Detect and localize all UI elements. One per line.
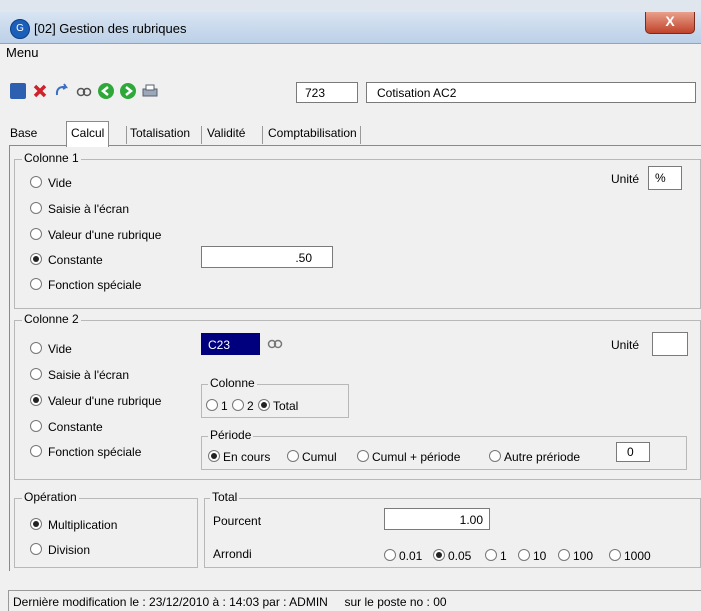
radio-icon (30, 176, 42, 188)
colonne1-unite-label: Unité (611, 172, 640, 186)
colonne-option-total[interactable]: Total (258, 399, 298, 413)
radio-selected-icon (30, 253, 42, 265)
pourcent-label: Pourcent (213, 514, 262, 528)
radio-selected-icon (208, 450, 220, 462)
window-title: [02] Gestion des rubriques (34, 21, 187, 36)
arrondi-option-10[interactable]: 10 (518, 549, 546, 563)
constante-input[interactable]: .50 (201, 246, 333, 268)
radio-icon (30, 228, 42, 240)
menu-bar: Menu (0, 44, 701, 61)
menu-item-menu[interactable]: Menu (6, 45, 39, 60)
operation-option-multiplication[interactable]: Multiplication (30, 518, 117, 532)
colonne1-option-valeur[interactable]: Valeur d'une rubrique (30, 228, 161, 242)
colonne2-option-vide[interactable]: Vide (30, 342, 72, 356)
colonne2-option-valeur[interactable]: Valeur d'une rubrique (30, 394, 161, 408)
radio-icon (287, 450, 299, 462)
refresh-icon[interactable] (54, 83, 70, 99)
tab-comptabilisation[interactable]: Comptabilisation (262, 126, 361, 144)
radio-icon (30, 420, 42, 432)
periode-option-cumul-periode[interactable]: Cumul + période (357, 450, 460, 464)
arrondi-option-1[interactable]: 1 (485, 549, 507, 563)
save-icon[interactable] (10, 83, 26, 99)
radio-icon (609, 549, 621, 561)
arrondi-option-1000[interactable]: 1000 (609, 549, 651, 563)
radio-selected-icon (30, 518, 42, 530)
periode-option-autre[interactable]: Autre prériode (489, 450, 580, 464)
periode-subgroup-legend: Période (208, 428, 254, 442)
radio-icon (206, 399, 218, 411)
colonne1-option-constante[interactable]: Constante (30, 253, 103, 267)
close-button[interactable]: X (645, 12, 695, 34)
colonne2-unite-input[interactable] (652, 332, 688, 356)
delete-icon[interactable] (32, 83, 48, 99)
arrondi-option-100[interactable]: 100 (558, 549, 593, 563)
radio-icon (489, 450, 501, 462)
colonne-subgroup-legend: Colonne (208, 376, 257, 390)
rubrique-code-field[interactable]: 723 (296, 82, 358, 103)
autre-periode-input[interactable]: 0 (616, 442, 650, 462)
colonne2-option-saisie[interactable]: Saisie à l'écran (30, 368, 129, 382)
back-icon[interactable] (98, 83, 114, 99)
colonne1-unite-input[interactable]: % (648, 166, 682, 190)
radio-icon (485, 549, 497, 561)
colonne2-unite-label: Unité (611, 338, 640, 352)
radio-icon (30, 278, 42, 290)
arrondi-label: Arrondi (213, 547, 252, 561)
operation-option-division[interactable]: Division (30, 543, 90, 557)
colonne-option-2[interactable]: 2 (232, 399, 254, 413)
radio-icon (30, 342, 42, 354)
tab-calcul[interactable]: Calcul (66, 121, 110, 147)
print-icon[interactable] (142, 83, 158, 99)
periode-option-en-cours[interactable]: En cours (208, 450, 270, 464)
view-icon[interactable] (266, 337, 284, 351)
operation-group (14, 498, 198, 568)
periode-option-cumul[interactable]: Cumul (287, 450, 337, 464)
colonne2-option-constante[interactable]: Constante (30, 420, 103, 434)
operation-legend: Opération (22, 490, 79, 504)
app-icon: G (10, 19, 30, 39)
tab-base[interactable]: Base (10, 126, 37, 144)
radio-icon (518, 549, 530, 561)
pourcent-input[interactable]: 1.00 (384, 508, 490, 530)
colonne1-option-saisie[interactable]: Saisie à l'écran (30, 202, 129, 216)
view-icon[interactable] (76, 83, 92, 99)
radio-icon (30, 368, 42, 380)
status-bar: Dernière modification le : 23/12/2010 à … (8, 590, 701, 611)
radio-selected-icon (433, 549, 445, 561)
colonne-option-1[interactable]: 1 (206, 399, 228, 413)
arrondi-option-0-05[interactable]: 0.05 (433, 549, 471, 563)
radio-icon (232, 399, 244, 411)
radio-selected-icon (258, 399, 270, 411)
forward-icon[interactable] (120, 83, 136, 99)
radio-icon (30, 445, 42, 457)
total-legend: Total (210, 490, 240, 504)
tab-validite[interactable]: Validité (201, 126, 245, 144)
colonne2-legend: Colonne 2 (22, 312, 81, 326)
radio-icon (30, 543, 42, 555)
rubrique-input[interactable]: C23 (201, 333, 260, 355)
arrondi-option-0-01[interactable]: 0.01 (384, 549, 422, 563)
radio-icon (384, 549, 396, 561)
radio-icon (558, 549, 570, 561)
rubrique-name-field[interactable]: Cotisation AC2 (366, 82, 696, 103)
radio-icon (357, 450, 369, 462)
radio-selected-icon (30, 394, 42, 406)
colonne1-legend: Colonne 1 (22, 151, 81, 165)
colonne2-option-fonction[interactable]: Fonction spéciale (30, 445, 141, 459)
status-text: Dernière modification le : 23/12/2010 à … (13, 595, 447, 609)
radio-icon (30, 202, 42, 214)
tab-totalisation[interactable]: Totalisation (126, 126, 190, 144)
colonne1-option-vide[interactable]: Vide (30, 176, 72, 190)
colonne1-option-fonction[interactable]: Fonction spéciale (30, 278, 141, 292)
